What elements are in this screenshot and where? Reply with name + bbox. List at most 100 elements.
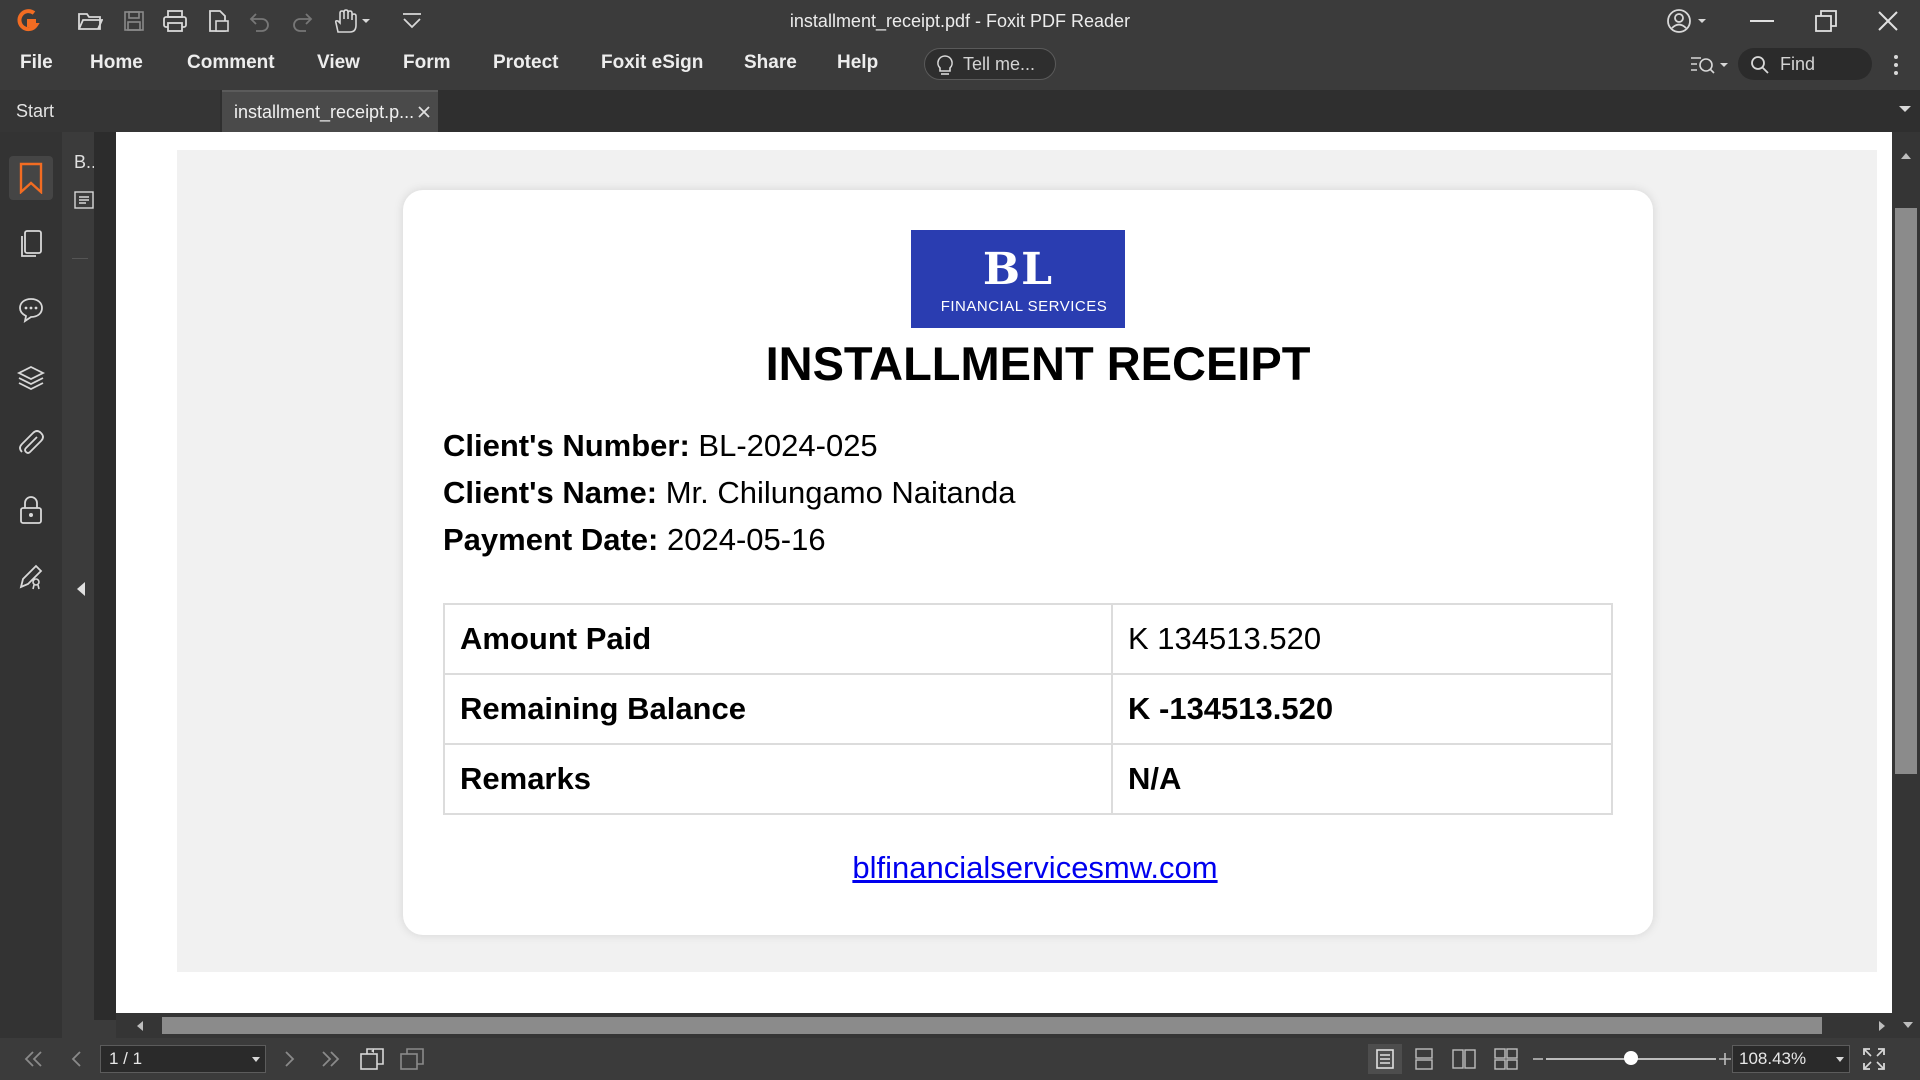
foxit-logo-icon[interactable] [12, 6, 44, 36]
find-input[interactable]: Find [1738, 48, 1872, 80]
next-page-icon[interactable] [274, 1044, 306, 1074]
menu-share[interactable]: Share [744, 42, 797, 84]
attachments-panel-button[interactable] [9, 422, 53, 466]
bookmark-options-icon[interactable] [74, 190, 94, 210]
field-value: BL-2024-025 [698, 428, 878, 463]
previous-view-icon[interactable] [356, 1044, 388, 1074]
last-page-icon[interactable] [314, 1044, 346, 1074]
table-row: Remarks N/A [443, 743, 1613, 815]
account-icon[interactable] [1664, 6, 1714, 36]
vertical-scrollbar[interactable] [1892, 132, 1920, 1013]
undo-icon[interactable] [244, 6, 276, 36]
pdf-page: BL FINANCIAL SERVICES INSTALLMENT RECEIP… [177, 150, 1877, 972]
menu-form[interactable]: Form [403, 42, 451, 84]
table-key-cell: Amount Paid [443, 603, 1113, 675]
previous-page-icon[interactable] [60, 1044, 92, 1074]
table-row: Remaining Balance K -134513.520 [443, 673, 1613, 745]
menu-help[interactable]: Help [837, 42, 878, 84]
comments-panel-button[interactable] [9, 288, 53, 332]
zoom-in-icon[interactable] [1718, 1052, 1732, 1066]
menu-protect[interactable]: Protect [493, 42, 558, 84]
horizontal-scrollbar[interactable] [116, 1013, 1920, 1038]
table-key-cell: Remarks [443, 743, 1113, 815]
page-number-input[interactable]: 1 / 1 [100, 1045, 266, 1073]
next-view-icon[interactable] [396, 1044, 428, 1074]
menu-foxit-esign[interactable]: Foxit eSign [601, 42, 703, 84]
field-label: Client's Name: [443, 475, 658, 510]
menu-file[interactable]: File [20, 42, 53, 84]
close-tab-icon[interactable] [414, 102, 434, 122]
layers-panel-button[interactable] [9, 356, 53, 400]
client-name-field: Client's Name: Mr. Chilungamo Naitanda [443, 475, 1016, 511]
close-button[interactable] [1858, 0, 1918, 42]
receipt-card: BL FINANCIAL SERVICES INSTALLMENT RECEIP… [403, 190, 1653, 935]
menu-home[interactable]: Home [90, 42, 143, 84]
pages-icon [21, 230, 42, 257]
hand-tool-icon[interactable] [330, 6, 374, 36]
zoom-slider-handle[interactable] [1624, 1051, 1638, 1065]
minimize-button[interactable] [1732, 0, 1792, 42]
scroll-left-icon[interactable] [136, 1020, 144, 1032]
receipt-title: INSTALLMENT RECEIPT [765, 337, 1311, 390]
menu-view[interactable]: View [317, 42, 360, 84]
pages-panel-button[interactable] [9, 222, 53, 266]
continuous-view-icon[interactable] [1408, 1044, 1440, 1074]
document-view[interactable]: BL FINANCIAL SERVICES INSTALLMENT RECEIP… [116, 132, 1892, 1013]
facing-view-icon[interactable] [1448, 1044, 1480, 1074]
payment-date-field: Payment Date: 2024-05-16 [443, 522, 826, 558]
tab-bar: Start installment_receipt.p... [0, 90, 1920, 132]
layers-icon [16, 365, 46, 391]
single-page-view-icon[interactable] [1368, 1044, 1402, 1074]
logo-initials: BL [982, 244, 1054, 295]
payment-table: Amount Paid K 134513.520 Remaining Balan… [443, 603, 1613, 815]
tab-start[interactable]: Start [0, 90, 220, 132]
tab-list-dropdown-icon[interactable] [1898, 104, 1912, 114]
tab-document-label: installment_receipt.p... [234, 102, 415, 122]
zoom-out-icon[interactable] [1532, 1052, 1544, 1066]
collapse-panel-icon[interactable] [76, 581, 86, 597]
security-panel-button[interactable] [9, 488, 53, 532]
customize-toolbar-icon[interactable] [396, 6, 428, 36]
save-icon[interactable] [118, 6, 150, 36]
first-page-icon[interactable] [18, 1044, 50, 1074]
status-bar: 1 / 1 108.43% [0, 1038, 1920, 1080]
bl-logo: BL FINANCIAL SERVICES [911, 230, 1125, 328]
lightbulb-icon [935, 54, 955, 76]
bookmarks-panel-button[interactable] [9, 156, 53, 200]
search-options-icon[interactable] [1688, 52, 1730, 78]
panel-splitter[interactable] [94, 132, 116, 1020]
restore-button[interactable] [1796, 0, 1856, 42]
tell-me-placeholder: Tell me... [963, 54, 1036, 74]
search-icon [1750, 55, 1770, 75]
bookmarks-panel: B.. [62, 132, 96, 1020]
continuous-facing-view-icon[interactable] [1490, 1044, 1522, 1074]
redo-icon[interactable] [286, 6, 318, 36]
create-pdf-icon[interactable] [202, 6, 234, 36]
horizontal-scroll-thumb[interactable] [162, 1017, 1822, 1034]
paperclip-icon [19, 430, 44, 454]
navigation-rail [0, 132, 62, 1038]
scroll-down-icon[interactable] [1902, 1021, 1914, 1029]
menu-comment[interactable]: Comment [187, 42, 275, 84]
website-link[interactable]: blfinancialservicesmw.com [403, 850, 1653, 886]
field-label: Payment Date: [443, 522, 659, 557]
lock-icon [20, 496, 42, 524]
table-row: Amount Paid K 134513.520 [443, 603, 1613, 675]
vertical-scroll-thumb[interactable] [1895, 208, 1917, 774]
bookmarks-divider [72, 258, 88, 259]
full-screen-icon[interactable] [1858, 1044, 1890, 1074]
page-dropdown-icon[interactable] [251, 1056, 261, 1064]
zoom-level-input[interactable]: 108.43% [1732, 1045, 1850, 1073]
scroll-right-icon[interactable] [1878, 1020, 1886, 1032]
field-value: Mr. Chilungamo Naitanda [665, 475, 1016, 510]
open-folder-icon[interactable] [74, 6, 106, 36]
table-key-cell: Remaining Balance [443, 673, 1113, 745]
more-options-icon[interactable] [1890, 52, 1902, 78]
signatures-panel-button[interactable] [9, 554, 53, 598]
print-icon[interactable] [158, 6, 192, 36]
scroll-up-icon[interactable] [1900, 152, 1912, 160]
title-bar: installment_receipt.pdf - Foxit PDF Read… [0, 0, 1920, 42]
tell-me-search[interactable]: Tell me... [924, 48, 1056, 80]
tab-document[interactable]: installment_receipt.p... [222, 90, 438, 132]
zoom-dropdown-icon[interactable] [1835, 1056, 1845, 1064]
